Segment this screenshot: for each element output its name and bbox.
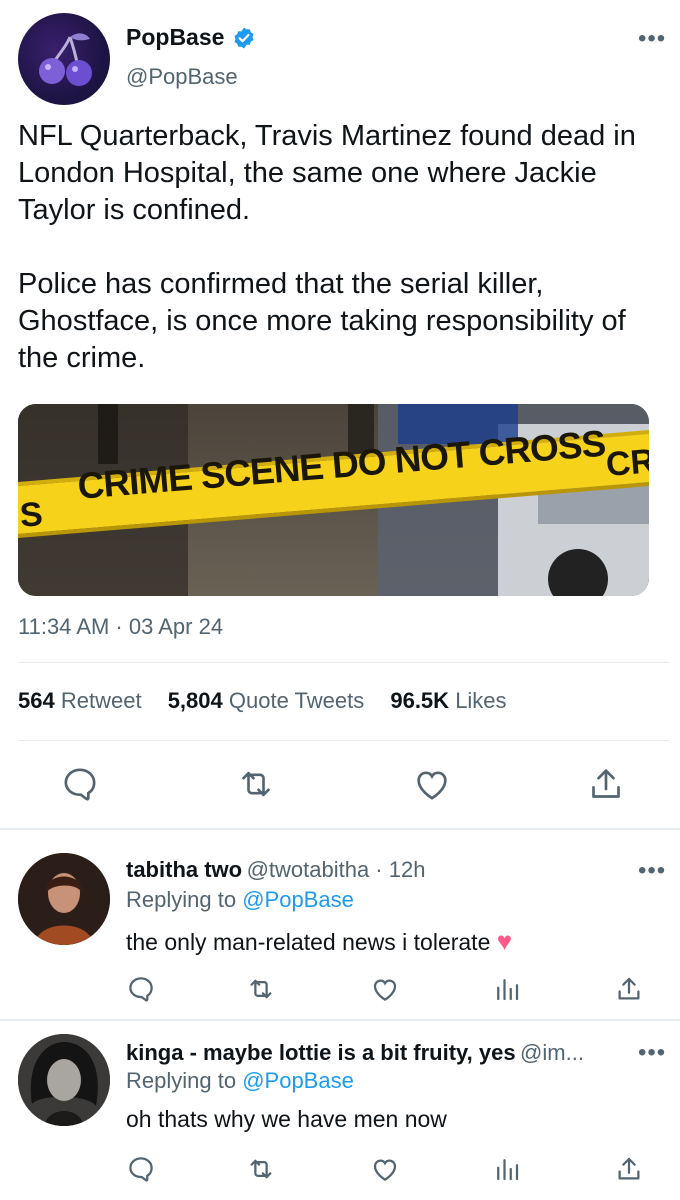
replying-to-link[interactable]: @PopBase: [242, 1068, 354, 1093]
replying-to: Replying to @PopBase: [126, 887, 354, 913]
retweet-stat[interactable]: 564 Retweet: [18, 688, 142, 713]
quote-count: 5,804: [167, 688, 223, 713]
divider: [18, 740, 669, 741]
person-photo: [18, 1034, 110, 1126]
reply-text: oh thats why we have men now: [126, 1106, 447, 1132]
like-icon[interactable]: [370, 974, 400, 1004]
person-photo: [18, 853, 110, 945]
more-options-icon[interactable]: •••: [638, 1041, 666, 1065]
quote-label: Quote Tweets: [228, 688, 365, 713]
reply-author-handle[interactable]: @im...: [520, 1040, 584, 1065]
likes-label: Likes: [455, 688, 507, 713]
section-divider: [0, 1019, 680, 1021]
divider: [18, 662, 669, 663]
section-divider: [0, 828, 680, 830]
tape-text-right: CR: [604, 442, 649, 484]
share-icon[interactable]: [614, 1154, 644, 1184]
analytics-icon[interactable]: [492, 974, 522, 1004]
pink-heart-icon: ♥: [496, 926, 513, 956]
tweet-timestamp[interactable]: 11:34 AM · 03 Apr 24: [18, 614, 223, 640]
popbase-avatar[interactable]: [18, 13, 110, 105]
tweet-media-image[interactable]: CRIME SCENE DO NOT CROSS S CR: [18, 404, 649, 596]
kinga-avatar[interactable]: [18, 1034, 110, 1126]
like-icon[interactable]: [370, 1154, 400, 1184]
author-name[interactable]: PopBase: [126, 24, 224, 51]
retweet-icon[interactable]: [236, 764, 276, 804]
likes-count: 96.5K: [390, 688, 450, 713]
reply-author-name[interactable]: tabitha two: [126, 857, 242, 882]
replying-prefix: Replying to: [126, 1068, 237, 1093]
likes-stat[interactable]: 96.5K Likes: [390, 688, 506, 713]
quote-stat[interactable]: 5,804 Quote Tweets: [168, 688, 365, 713]
tweet-stats: 564 Retweet 5,804 Quote Tweets 96.5K Lik…: [18, 688, 527, 714]
more-options-icon[interactable]: •••: [638, 859, 666, 883]
retweet-icon[interactable]: [246, 974, 276, 1004]
replying-to: Replying to @PopBase: [126, 1068, 354, 1094]
replying-prefix: Replying to: [126, 887, 237, 912]
replying-to-link[interactable]: @PopBase: [242, 887, 354, 912]
cherry-logo-icon: [39, 33, 92, 86]
share-icon[interactable]: [614, 974, 644, 1004]
reply-icon[interactable]: [60, 764, 100, 804]
reply-author-handle[interactable]: @twotabitha · 12h: [247, 857, 426, 882]
like-icon[interactable]: [412, 764, 452, 804]
analytics-icon[interactable]: [492, 1154, 522, 1184]
reply-icon[interactable]: [126, 1154, 156, 1184]
reply-text-content: the only man-related news i tolerate: [126, 929, 491, 955]
reply-author-name[interactable]: kinga - maybe lottie is a bit fruity, ye…: [126, 1040, 516, 1065]
retweet-icon[interactable]: [246, 1154, 276, 1184]
tweet-text: NFL Quarterback, Travis Martinez found d…: [18, 120, 636, 374]
more-options-icon[interactable]: •••: [638, 27, 666, 51]
reply-text: the only man-related news i tolerate ♥: [126, 926, 512, 957]
retweet-label: Retweet: [60, 688, 142, 713]
tape-text-left: S: [18, 495, 45, 535]
tabitha-avatar[interactable]: [18, 853, 110, 945]
share-icon[interactable]: [586, 764, 626, 804]
reply-icon[interactable]: [126, 974, 156, 1004]
retweet-count: 564: [18, 688, 55, 713]
author-handle[interactable]: @PopBase: [126, 64, 238, 90]
verified-badge-icon: [232, 26, 256, 50]
